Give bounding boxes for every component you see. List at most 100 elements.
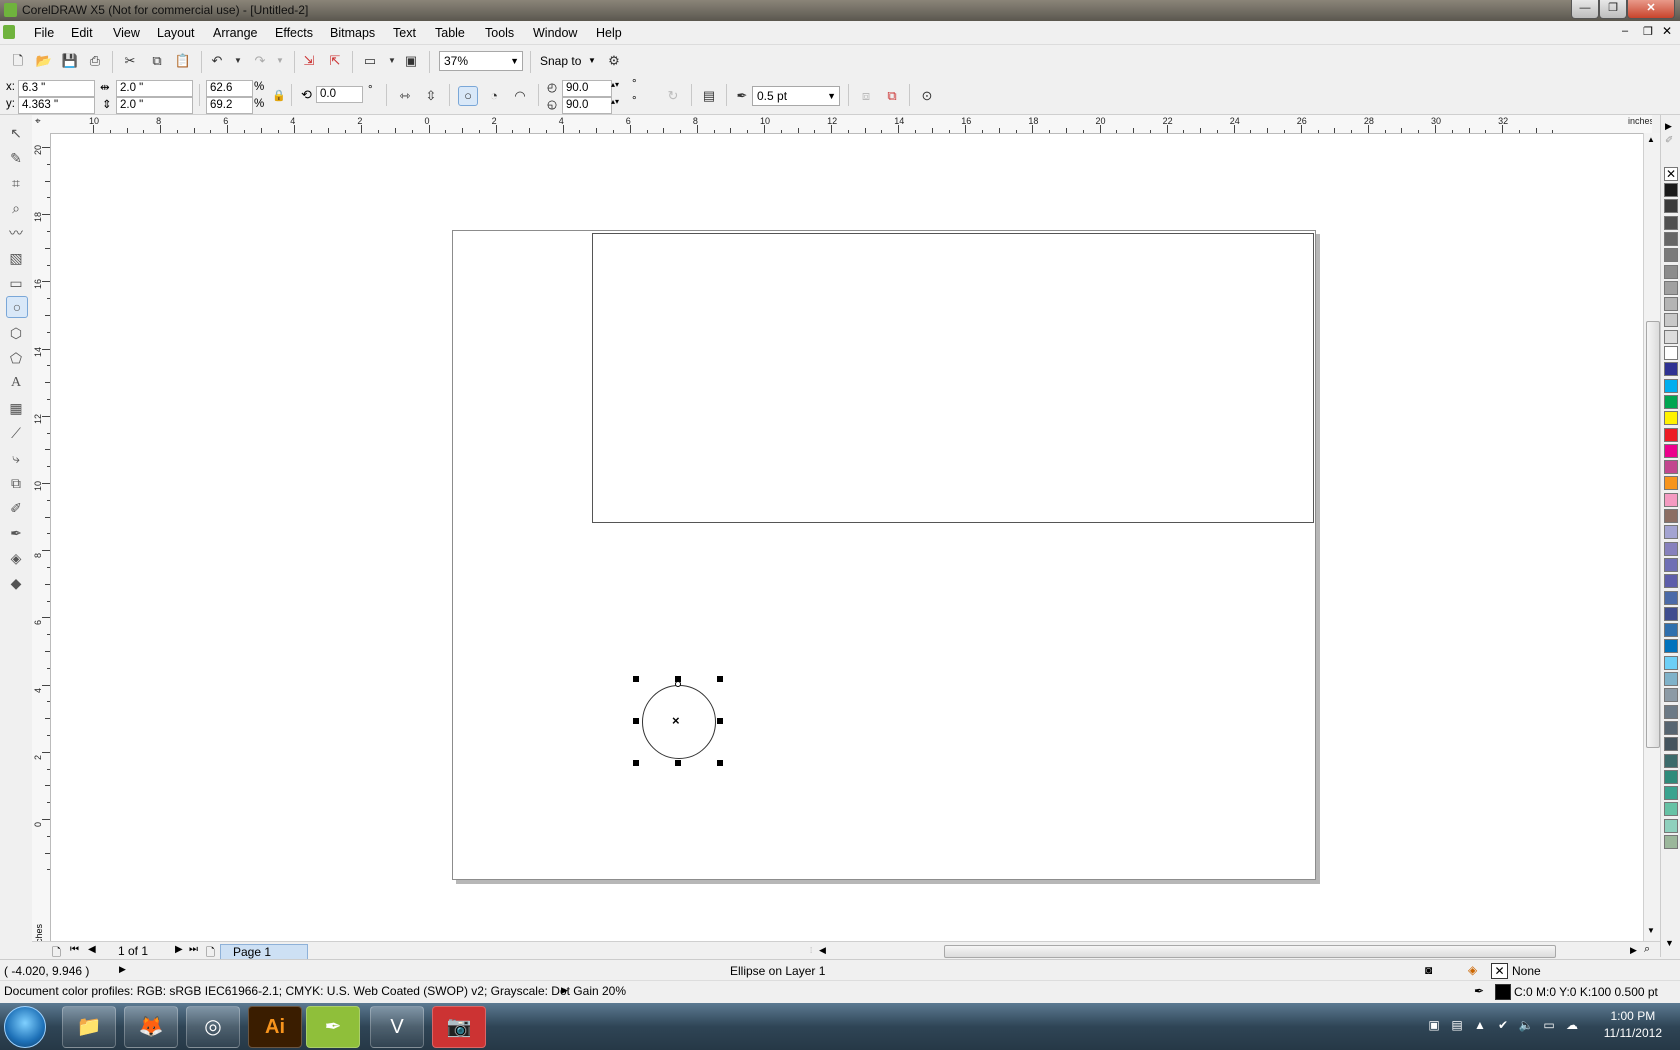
convert-to-curves-icon[interactable]: ⊙ (918, 87, 936, 105)
vertical-ruler[interactable]: 20 18 16 14 12 10 8 6 4 2 0 (32, 133, 51, 941)
last-page-icon[interactable]: ⏭ (189, 944, 198, 955)
color-swatch[interactable] (1664, 297, 1678, 312)
menu-layout[interactable]: Layout (157, 26, 195, 40)
start-angle-field[interactable]: 90.0 (562, 80, 612, 97)
taskbar-explorer[interactable]: 📁 (62, 1006, 116, 1048)
table-tool-icon[interactable]: ▦ (6, 398, 26, 418)
taskbar-firefox[interactable]: 🦊 (124, 1006, 178, 1048)
taskbar-video-pro[interactable]: V (370, 1006, 424, 1048)
horizontal-ruler[interactable]: ⌖ 10 8 6 4 2 0 2 4 6 8 10 12 14 16 18 20 22 24 26 28 30 32 in… (32, 115, 1652, 134)
taskbar-chrome[interactable]: ◎ (186, 1006, 240, 1048)
selection-handle-top-left[interactable] (633, 676, 639, 682)
tray-update-icon[interactable]: ▲ (1472, 1018, 1488, 1034)
ellipse-tool-icon[interactable]: ○ (6, 296, 28, 318)
connector-tool-icon[interactable]: ⤷ (6, 448, 26, 468)
horizontal-scroll-thumb[interactable] (944, 945, 1556, 958)
end-angle-spinner-icon[interactable]: ▴▾ (611, 97, 619, 106)
menu-text[interactable]: Text (393, 26, 416, 40)
color-swatch[interactable] (1664, 688, 1678, 703)
fill-tool-icon[interactable]: ◈ (6, 548, 26, 568)
outline-width-select[interactable]: 0.5 pt ▼ (752, 86, 840, 106)
vertical-scroll-thumb[interactable] (1646, 321, 1660, 748)
color-swatch[interactable] (1664, 492, 1678, 507)
color-swatch[interactable] (1664, 346, 1678, 360)
menu-arrange[interactable]: Arrange (213, 26, 257, 40)
color-swatch[interactable] (1664, 231, 1678, 246)
color-swatch[interactable] (1664, 639, 1678, 654)
copy-icon[interactable]: ⧉ (148, 52, 166, 70)
color-swatch[interactable] (1664, 394, 1678, 409)
expand-arrow-icon[interactable]: ▶ (561, 985, 568, 996)
blend-tool-icon[interactable]: ⧉ (6, 473, 26, 493)
color-swatch[interactable] (1664, 362, 1678, 377)
menu-view[interactable]: View (113, 26, 140, 40)
import-icon[interactable]: ⇲ (300, 52, 318, 70)
basic-shapes-tool-icon[interactable]: ⬠ (6, 348, 26, 368)
launcher-dropdown-icon[interactable]: ▼ (383, 52, 401, 70)
expand-arrow-icon[interactable]: ▶ (119, 964, 126, 975)
paste-icon[interactable]: 📋 (174, 52, 192, 70)
redo-icon[interactable]: ↷ (251, 52, 269, 70)
selection-handle-top[interactable] (675, 676, 681, 682)
lock-ratio-icon[interactable]: 🔒 (270, 87, 288, 105)
selection-handle-bottom-left[interactable] (633, 760, 639, 766)
outline-color-swatch[interactable] (1495, 984, 1511, 1000)
selection-handle-top-right[interactable] (717, 676, 723, 682)
shape-tool-icon[interactable]: ✎ (6, 148, 26, 168)
page-tab[interactable]: Page 1 (220, 944, 308, 960)
doc-restore-icon[interactable]: ❐ (1643, 25, 1653, 38)
menu-table[interactable]: Table (435, 26, 465, 40)
coreldraw-app-icon[interactable] (4, 3, 17, 17)
document-icon[interactable] (3, 25, 15, 39)
outline-tool-icon[interactable]: ✒ (6, 523, 26, 543)
wrap-text-icon[interactable]: ▤ (700, 87, 718, 105)
drawing-canvas[interactable]: × (51, 134, 1643, 941)
color-swatch[interactable] (1664, 443, 1678, 458)
open-icon[interactable]: 📂 (35, 52, 53, 70)
x-position-field[interactable]: 6.3 " (18, 80, 95, 97)
taskbar-coreldraw[interactable]: ✒ (306, 1006, 360, 1048)
menu-window[interactable]: Window (533, 26, 577, 40)
first-page-icon[interactable]: ⏮ (70, 944, 79, 955)
color-swatch[interactable] (1664, 264, 1678, 279)
doc-close-icon[interactable]: ✕ (1662, 24, 1672, 38)
change-direction-icon[interactable]: ↻ (664, 87, 682, 105)
y-position-field[interactable]: 4.363 " (18, 97, 95, 114)
snap-to-button[interactable]: Snap to (540, 54, 581, 68)
new-document-icon[interactable]: 🗋 (9, 52, 27, 70)
color-swatch[interactable] (1664, 427, 1678, 442)
tray-app-icon[interactable]: ▣ (1426, 1018, 1442, 1034)
arc-mode-icon[interactable]: ◠ (511, 87, 529, 105)
color-swatch[interactable] (1664, 557, 1678, 572)
polygon-tool-icon[interactable]: ⬡ (6, 323, 26, 343)
save-icon[interactable]: 💾 (61, 52, 79, 70)
scroll-down-icon[interactable]: ▼ (1647, 926, 1655, 935)
color-swatch[interactable] (1664, 329, 1678, 344)
color-swatch[interactable] (1664, 818, 1678, 833)
options-icon[interactable]: ⚙ (605, 52, 623, 70)
zoom-tool-icon[interactable]: ⌕ (6, 198, 26, 218)
scale-width-field[interactable]: 62.6 (206, 80, 253, 97)
eyedropper-tool-icon[interactable]: ✐ (6, 498, 26, 518)
previous-page-icon[interactable]: ◀ (88, 944, 96, 955)
scroll-left-icon[interactable]: ◀ (819, 945, 826, 956)
selection-handle-bottom[interactable] (675, 760, 681, 766)
object-width-field[interactable]: 2.0 " (116, 80, 193, 97)
rectangle-shape[interactable] (592, 233, 1314, 523)
ellipse-mode-icon[interactable]: ○ (458, 86, 478, 106)
crop-tool-icon[interactable]: ⌗ (6, 173, 26, 193)
tray-monitor-icon[interactable]: ▤ (1449, 1018, 1465, 1034)
application-launcher-icon[interactable]: ▭ (361, 52, 379, 70)
menu-bitmaps[interactable]: Bitmaps (330, 26, 375, 40)
color-swatch[interactable] (1664, 509, 1678, 523)
color-swatch[interactable] (1664, 590, 1678, 605)
color-swatch[interactable] (1664, 280, 1678, 295)
tray-cloud-icon[interactable]: ☁ (1564, 1018, 1580, 1034)
object-height-field[interactable]: 2.0 " (116, 97, 193, 114)
color-swatch[interactable] (1664, 215, 1678, 230)
snap-to-dropdown-icon[interactable]: ▼ (588, 56, 596, 65)
start-button[interactable] (4, 1006, 46, 1048)
undo-icon[interactable]: ↶ (208, 52, 226, 70)
color-swatch[interactable] (1664, 704, 1678, 719)
close-button[interactable]: ✕ (1627, 0, 1675, 19)
